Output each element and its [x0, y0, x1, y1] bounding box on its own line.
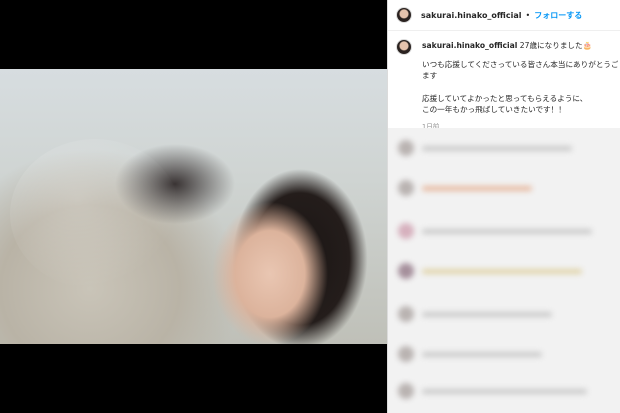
caption-line-1: 27歳になりました🎂 [519, 41, 593, 50]
caption-line-2a: いつも応援してくださっている皆さん本当にありがとうござい [422, 60, 618, 69]
comment-text [422, 311, 552, 317]
comment-avatar [398, 346, 414, 362]
comment-row [398, 180, 532, 196]
caption-first-line: sakurai.hinako_official 27歳になりました🎂 [422, 40, 618, 51]
comment-row [398, 383, 587, 399]
profile-avatar-icon[interactable] [396, 7, 412, 23]
comment-row [398, 263, 582, 279]
comment-avatar [398, 223, 414, 239]
caption-line-3: 応援していてよかったと思ってもらえるように、 [422, 94, 588, 103]
post-header: sakurai.hinako_official • フォローする [388, 0, 620, 31]
comment-avatar [398, 140, 414, 156]
comment-avatar [398, 306, 414, 322]
header-username[interactable]: sakurai.hinako_official [421, 11, 521, 20]
comment-avatar [398, 263, 414, 279]
header-separator: • [525, 10, 531, 20]
comment-row [398, 223, 592, 239]
caption-avatar-icon[interactable] [396, 39, 412, 55]
comment-avatar [398, 180, 414, 196]
comment-text [422, 268, 582, 274]
comment-text [422, 351, 542, 357]
caption-line-2b: ます [422, 71, 438, 80]
caption: sakurai.hinako_official 27歳になりました🎂 いつも応援… [388, 31, 620, 133]
comments-blurred [388, 128, 620, 413]
comment-text [422, 185, 532, 191]
caption-username[interactable]: sakurai.hinako_official [422, 41, 517, 50]
caption-line-4: この一年もかっ飛ばしていきたいです！！ [422, 105, 566, 114]
photo-highlight [10, 139, 180, 289]
comment-text [422, 228, 592, 234]
post-side-panel: sakurai.hinako_official • フォローする sakurai… [387, 0, 620, 413]
follow-button[interactable]: フォローする [534, 10, 582, 21]
comment-avatar [398, 383, 414, 399]
media-pane [0, 0, 387, 413]
comment-text [422, 145, 572, 151]
comment-row [398, 306, 552, 322]
caption-body: sakurai.hinako_official 27歳になりました🎂 いつも応援… [422, 40, 618, 133]
comment-row [398, 346, 542, 362]
comment-row [398, 140, 572, 156]
comment-text [422, 388, 587, 394]
post-photo[interactable] [0, 69, 387, 344]
comments-blur-content [388, 128, 620, 413]
